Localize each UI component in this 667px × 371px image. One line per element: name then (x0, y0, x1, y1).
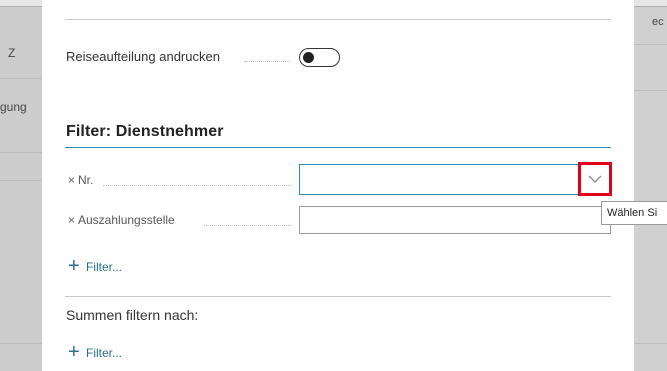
close-icon[interactable]: × (68, 173, 75, 187)
background-left-panel (0, 0, 42, 371)
background-divider (0, 78, 42, 79)
print-travel-split-label: Reiseaufteilung andrucken (66, 49, 220, 64)
print-travel-split-toggle[interactable] (299, 48, 340, 67)
background-divider (0, 180, 42, 181)
leader-dots (244, 61, 290, 62)
dropdown-tooltip: Wählen Si (601, 201, 667, 225)
totals-filter-title: Summen filtern nach: (66, 307, 199, 323)
toggle-knob (303, 51, 314, 63)
auszahlungsstelle-filter-input[interactable] (299, 206, 611, 234)
leader-dots (204, 225, 291, 226)
plus-icon[interactable]: + (68, 256, 80, 276)
background-divider (634, 44, 667, 45)
section-divider (65, 19, 611, 20)
filter-section-title: Filter: Dienstnehmer (66, 123, 224, 140)
section-divider (65, 296, 611, 297)
filter-field-label-nr: Nr. (78, 173, 94, 187)
filter-section-underline (65, 147, 611, 148)
background-text-fragment: ec (652, 16, 664, 28)
leader-dots (103, 185, 291, 186)
close-icon[interactable]: × (68, 213, 75, 227)
background-divider (0, 343, 42, 344)
background-text-fragment: Z (8, 46, 16, 60)
filter-field-label-auszahlungsstelle: Auszahlungsstelle (78, 213, 175, 227)
plus-icon[interactable]: + (68, 342, 80, 362)
background-right-panel (634, 0, 667, 371)
chevron-down-icon (588, 175, 602, 183)
nr-dropdown-button[interactable] (578, 162, 612, 196)
add-totals-filter-link[interactable]: Filter... (86, 346, 122, 360)
background-divider (634, 90, 667, 91)
background-text-fragment: gung (0, 100, 27, 114)
add-filter-link[interactable]: Filter... (86, 260, 122, 274)
nr-filter-input[interactable] (299, 164, 611, 195)
background-divider (0, 152, 42, 153)
background-divider (634, 343, 667, 344)
